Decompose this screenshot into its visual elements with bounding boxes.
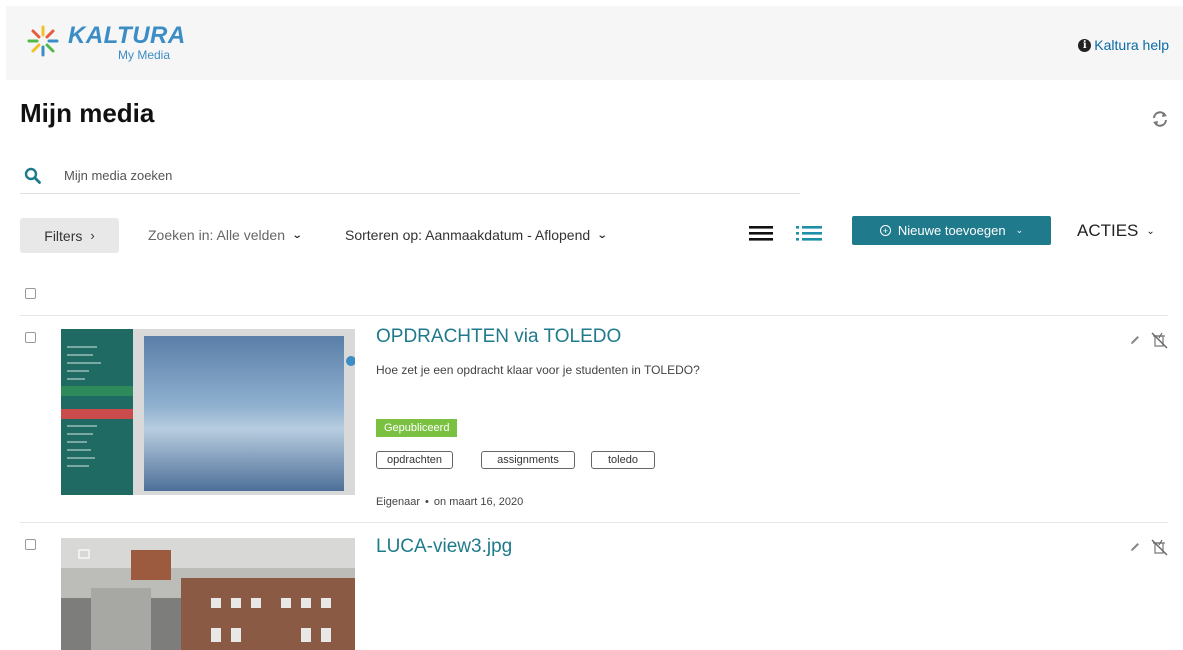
chevron-down-icon: ⌄ xyxy=(596,229,608,241)
detailed-view-icon[interactable] xyxy=(795,223,823,243)
search-icon[interactable] xyxy=(24,167,42,185)
tag[interactable]: toledo xyxy=(591,451,655,469)
actions-dropdown[interactable]: ACTIES ⌄ xyxy=(1077,221,1155,241)
chevron-right-icon: › xyxy=(90,228,95,243)
actions-label: ACTIES xyxy=(1077,221,1139,240)
tag[interactable]: assignments xyxy=(481,451,575,469)
search-bar xyxy=(20,158,800,194)
search-input[interactable] xyxy=(64,168,664,183)
chevron-down-icon: ⌄ xyxy=(291,229,303,241)
delete-icon[interactable] xyxy=(1150,331,1168,349)
select-all-checkbox[interactable] xyxy=(25,288,36,299)
sort-label: Sorteren op: Aanmaakdatum - Aflopend xyxy=(345,227,591,243)
search-in-dropdown[interactable]: Zoeken in: Alle velden ⌄ xyxy=(148,227,303,243)
list-view-icon[interactable] xyxy=(748,223,774,243)
page-title: Mijn media xyxy=(20,98,155,128)
refresh-icon[interactable] xyxy=(1150,109,1170,129)
entry-description: Hoe zet je een opdracht klaar voor je st… xyxy=(376,363,700,377)
chevron-down-icon: ⌄ xyxy=(1015,225,1024,235)
filters-button[interactable]: Filters › xyxy=(20,218,119,253)
separator-dot: • xyxy=(425,496,429,508)
delete-icon[interactable] xyxy=(1150,538,1168,556)
add-new-label: Nieuwe toevoegen xyxy=(897,223,1006,238)
logo-brand: KALTURA xyxy=(68,22,186,49)
kaltura-logo[interactable]: KALTURA My Media xyxy=(26,24,186,61)
entry-date: on maart 16, 2020 xyxy=(433,496,524,508)
search-in-label: Zoeken in: Alle velden xyxy=(148,227,285,243)
image-thumbnail xyxy=(61,538,355,650)
plus-circle-icon: + xyxy=(879,225,891,236)
divider xyxy=(20,522,1168,523)
logo-subtitle: My Media xyxy=(118,48,171,62)
tag[interactable]: opdrachten xyxy=(376,451,453,469)
pencil-icon[interactable] xyxy=(1129,541,1141,553)
divider xyxy=(20,315,1168,316)
video-thumbnail-image xyxy=(61,329,355,495)
entry-checkbox[interactable] xyxy=(25,332,36,343)
entry-thumbnail[interactable] xyxy=(61,329,355,495)
entry-checkbox[interactable] xyxy=(25,539,36,550)
entry-title-link[interactable]: OPDRACHTEN via TOLEDO xyxy=(376,326,621,348)
help-link[interactable]: i Kaltura help xyxy=(1078,37,1169,53)
help-label: Kaltura help xyxy=(1094,37,1169,53)
header-bar: KALTURA My Media i Kaltura help xyxy=(6,6,1183,80)
add-new-button[interactable]: + Nieuwe toevoegen ⌄ xyxy=(852,216,1051,245)
status-badge: Gepubliceerd xyxy=(376,419,458,437)
chevron-down-icon: ⌄ xyxy=(1146,225,1155,237)
entry-owner: Eigenaar xyxy=(376,496,421,508)
kaltura-logo-icon xyxy=(27,25,59,57)
pencil-icon[interactable] xyxy=(1129,334,1141,346)
entry-meta: Eigenaar • on maart 16, 2020 xyxy=(376,496,523,508)
entry-thumbnail[interactable] xyxy=(61,538,355,650)
entry-title-link[interactable]: LUCA-view3.jpg xyxy=(376,536,512,558)
info-icon: i xyxy=(1078,38,1092,52)
filters-label: Filters xyxy=(44,227,83,244)
sort-dropdown[interactable]: Sorteren op: Aanmaakdatum - Aflopend ⌄ xyxy=(345,227,608,243)
